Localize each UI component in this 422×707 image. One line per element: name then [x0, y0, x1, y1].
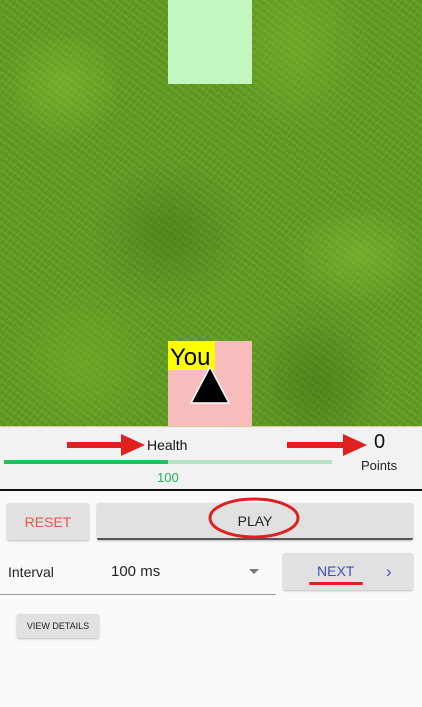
- underline-annotation: [309, 582, 363, 585]
- arrow-annotation-icon: [287, 434, 367, 456]
- next-label: NEXT: [317, 563, 355, 579]
- health-label: Health: [147, 437, 188, 453]
- arrow-annotation-icon: [67, 434, 145, 456]
- controls-panel: RESET PLAY Interval 100 ms NEXT › VIEW D…: [0, 491, 422, 707]
- target-block: [168, 0, 252, 84]
- reset-button[interactable]: RESET: [7, 503, 89, 540]
- game-field: You: [0, 0, 422, 426]
- interval-label: Interval: [8, 564, 54, 580]
- player-ship-icon: [190, 366, 230, 404]
- view-details-button[interactable]: VIEW DETAILS: [17, 614, 99, 638]
- dropdown-underline: [0, 594, 276, 595]
- points-label: Points: [361, 458, 398, 473]
- play-button[interactable]: PLAY: [97, 503, 413, 540]
- status-panel: Health 100 0 Points: [0, 426, 422, 490]
- dropdown-caret-icon[interactable]: [249, 569, 259, 574]
- health-bar: [4, 460, 332, 464]
- chevron-right-icon: ›: [386, 562, 392, 581]
- points-value: 0: [374, 431, 386, 453]
- health-value: 100: [157, 470, 179, 485]
- health-bar-fill: [4, 460, 168, 464]
- next-button[interactable]: NEXT ›: [283, 553, 413, 590]
- interval-dropdown[interactable]: 100 ms: [111, 563, 160, 580]
